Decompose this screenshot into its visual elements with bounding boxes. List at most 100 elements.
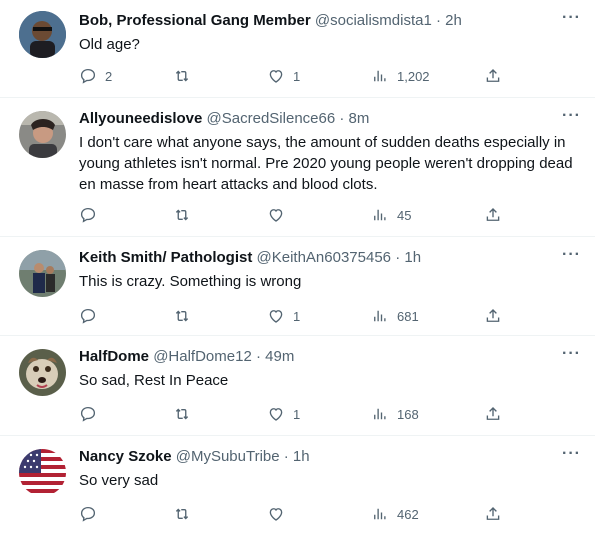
display-name[interactable]: Allyouneedislove	[79, 110, 202, 127]
tweet-header: Bob, Professional Gang Member @socialism…	[79, 12, 462, 30]
tweet[interactable]: Allyouneedislove @SacredSilence66 · 8m ·…	[0, 98, 595, 237]
retweet-icon	[175, 310, 189, 322]
more-icon[interactable]: ···	[562, 446, 581, 462]
share-button[interactable]	[484, 204, 502, 226]
share-button[interactable]	[484, 503, 502, 525]
display-name[interactable]: Keith Smith/ Pathologist	[79, 249, 252, 266]
reply-icon	[80, 68, 96, 84]
user-handle[interactable]: @socialismdista1	[315, 12, 432, 29]
views-button[interactable]: 45	[371, 204, 411, 226]
tweet-header: HalfDome @HalfDome12 · 49m	[79, 348, 294, 366]
views-button[interactable]: 1,202	[371, 65, 430, 87]
view-count: 681	[397, 308, 419, 324]
timestamp[interactable]: · 2h	[436, 12, 462, 29]
tweet-text: Old age?	[79, 36, 140, 53]
tweet-actions: 45	[79, 204, 509, 226]
more-icon[interactable]: ···	[562, 247, 581, 263]
views-icon	[374, 508, 386, 520]
share-icon	[486, 69, 500, 82]
avatar[interactable]	[19, 11, 66, 58]
view-count: 462	[397, 506, 419, 522]
tweet-actions: 1 681	[79, 305, 509, 327]
views-icon	[374, 209, 386, 221]
share-icon	[486, 507, 500, 520]
display-name[interactable]: Bob, Professional Gang Member	[79, 12, 311, 29]
display-name[interactable]: HalfDome	[79, 348, 149, 365]
tweet[interactable]: HalfDome @HalfDome12 · 49m ··· So sad, R…	[0, 336, 595, 436]
view-count: 1,202	[397, 68, 430, 84]
retweet-button[interactable]	[173, 503, 199, 525]
share-button[interactable]	[484, 65, 502, 87]
like-button[interactable]: 1	[267, 403, 300, 425]
user-handle[interactable]: @SacredSilence66	[207, 110, 336, 127]
retweet-button[interactable]	[173, 65, 199, 87]
heart-icon	[269, 310, 283, 323]
tweet-header: Nancy Szoke @MySubuTribe · 1h	[79, 448, 310, 466]
avatar[interactable]	[19, 349, 66, 396]
share-button[interactable]	[484, 305, 502, 327]
view-count: 45	[397, 207, 412, 223]
views-button[interactable]: 462	[371, 503, 419, 525]
like-button[interactable]	[267, 204, 293, 226]
tweet-text: This is crazy. Something is wrong	[79, 273, 302, 290]
avatar[interactable]	[19, 449, 66, 496]
reply-button[interactable]	[79, 204, 105, 226]
reply-count: 2	[105, 68, 113, 84]
more-icon[interactable]: ···	[562, 346, 581, 362]
views-icon	[374, 70, 386, 82]
reply-icon	[80, 207, 96, 223]
timestamp[interactable]: · 8m	[339, 110, 369, 127]
timestamp[interactable]: · 1h	[284, 448, 310, 465]
user-handle[interactable]: @KeithAn60375456	[257, 249, 392, 266]
reply-feed: Bob, Professional Gang Member @socialism…	[0, 0, 595, 535]
retweet-icon	[175, 209, 189, 221]
tweet-text: So sad, Rest In Peace	[79, 372, 229, 389]
more-icon[interactable]: ···	[562, 108, 581, 124]
retweet-button[interactable]	[173, 305, 199, 327]
tweet-header: Allyouneedislove @SacredSilence66 · 8m	[79, 110, 369, 128]
share-button[interactable]	[484, 403, 502, 425]
view-count: 168	[397, 406, 419, 422]
retweet-button[interactable]	[173, 204, 199, 226]
tweet[interactable]: Nancy Szoke @MySubuTribe · 1h ··· So ver…	[0, 436, 595, 535]
avatar[interactable]	[19, 111, 66, 158]
tweet-text: So very sad	[79, 472, 159, 489]
reply-button[interactable]	[79, 503, 105, 525]
views-button[interactable]: 681	[371, 305, 419, 327]
retweet-button[interactable]	[173, 403, 199, 425]
reply-button[interactable]	[79, 305, 105, 327]
like-count: 1	[293, 308, 301, 324]
heart-icon	[269, 209, 283, 222]
views-button[interactable]: 168	[371, 403, 419, 425]
like-button[interactable]: 1	[267, 305, 300, 327]
user-handle[interactable]: @MySubuTribe	[176, 448, 280, 465]
retweet-icon	[175, 408, 189, 420]
reply-icon	[80, 406, 96, 422]
heart-icon	[269, 408, 283, 421]
tweet-actions: 462	[79, 503, 509, 525]
timestamp[interactable]: · 49m	[256, 348, 294, 365]
retweet-icon	[175, 70, 189, 82]
views-icon	[374, 408, 386, 420]
share-icon	[486, 208, 500, 221]
display-name[interactable]: Nancy Szoke	[79, 448, 172, 465]
share-icon	[486, 407, 500, 420]
more-icon[interactable]: ···	[562, 10, 581, 26]
like-button[interactable]: 1	[267, 65, 300, 87]
reply-button[interactable]: 2	[79, 65, 112, 87]
heart-icon	[269, 508, 283, 521]
like-button[interactable]	[267, 503, 293, 525]
tweet[interactable]: Bob, Professional Gang Member @socialism…	[0, 0, 595, 98]
user-handle[interactable]: @HalfDome12	[153, 348, 252, 365]
retweet-icon	[175, 508, 189, 520]
tweet-actions: 1 168	[79, 403, 509, 425]
share-icon	[486, 309, 500, 322]
like-count: 1	[293, 406, 301, 422]
tweet-actions: 2 1 1,202	[79, 65, 509, 87]
avatar[interactable]	[19, 250, 66, 297]
reply-icon	[80, 506, 96, 522]
tweet-header: Keith Smith/ Pathologist @KeithAn6037545…	[79, 249, 421, 267]
reply-button[interactable]	[79, 403, 105, 425]
timestamp[interactable]: · 1h	[395, 249, 421, 266]
tweet[interactable]: Keith Smith/ Pathologist @KeithAn6037545…	[0, 237, 595, 336]
